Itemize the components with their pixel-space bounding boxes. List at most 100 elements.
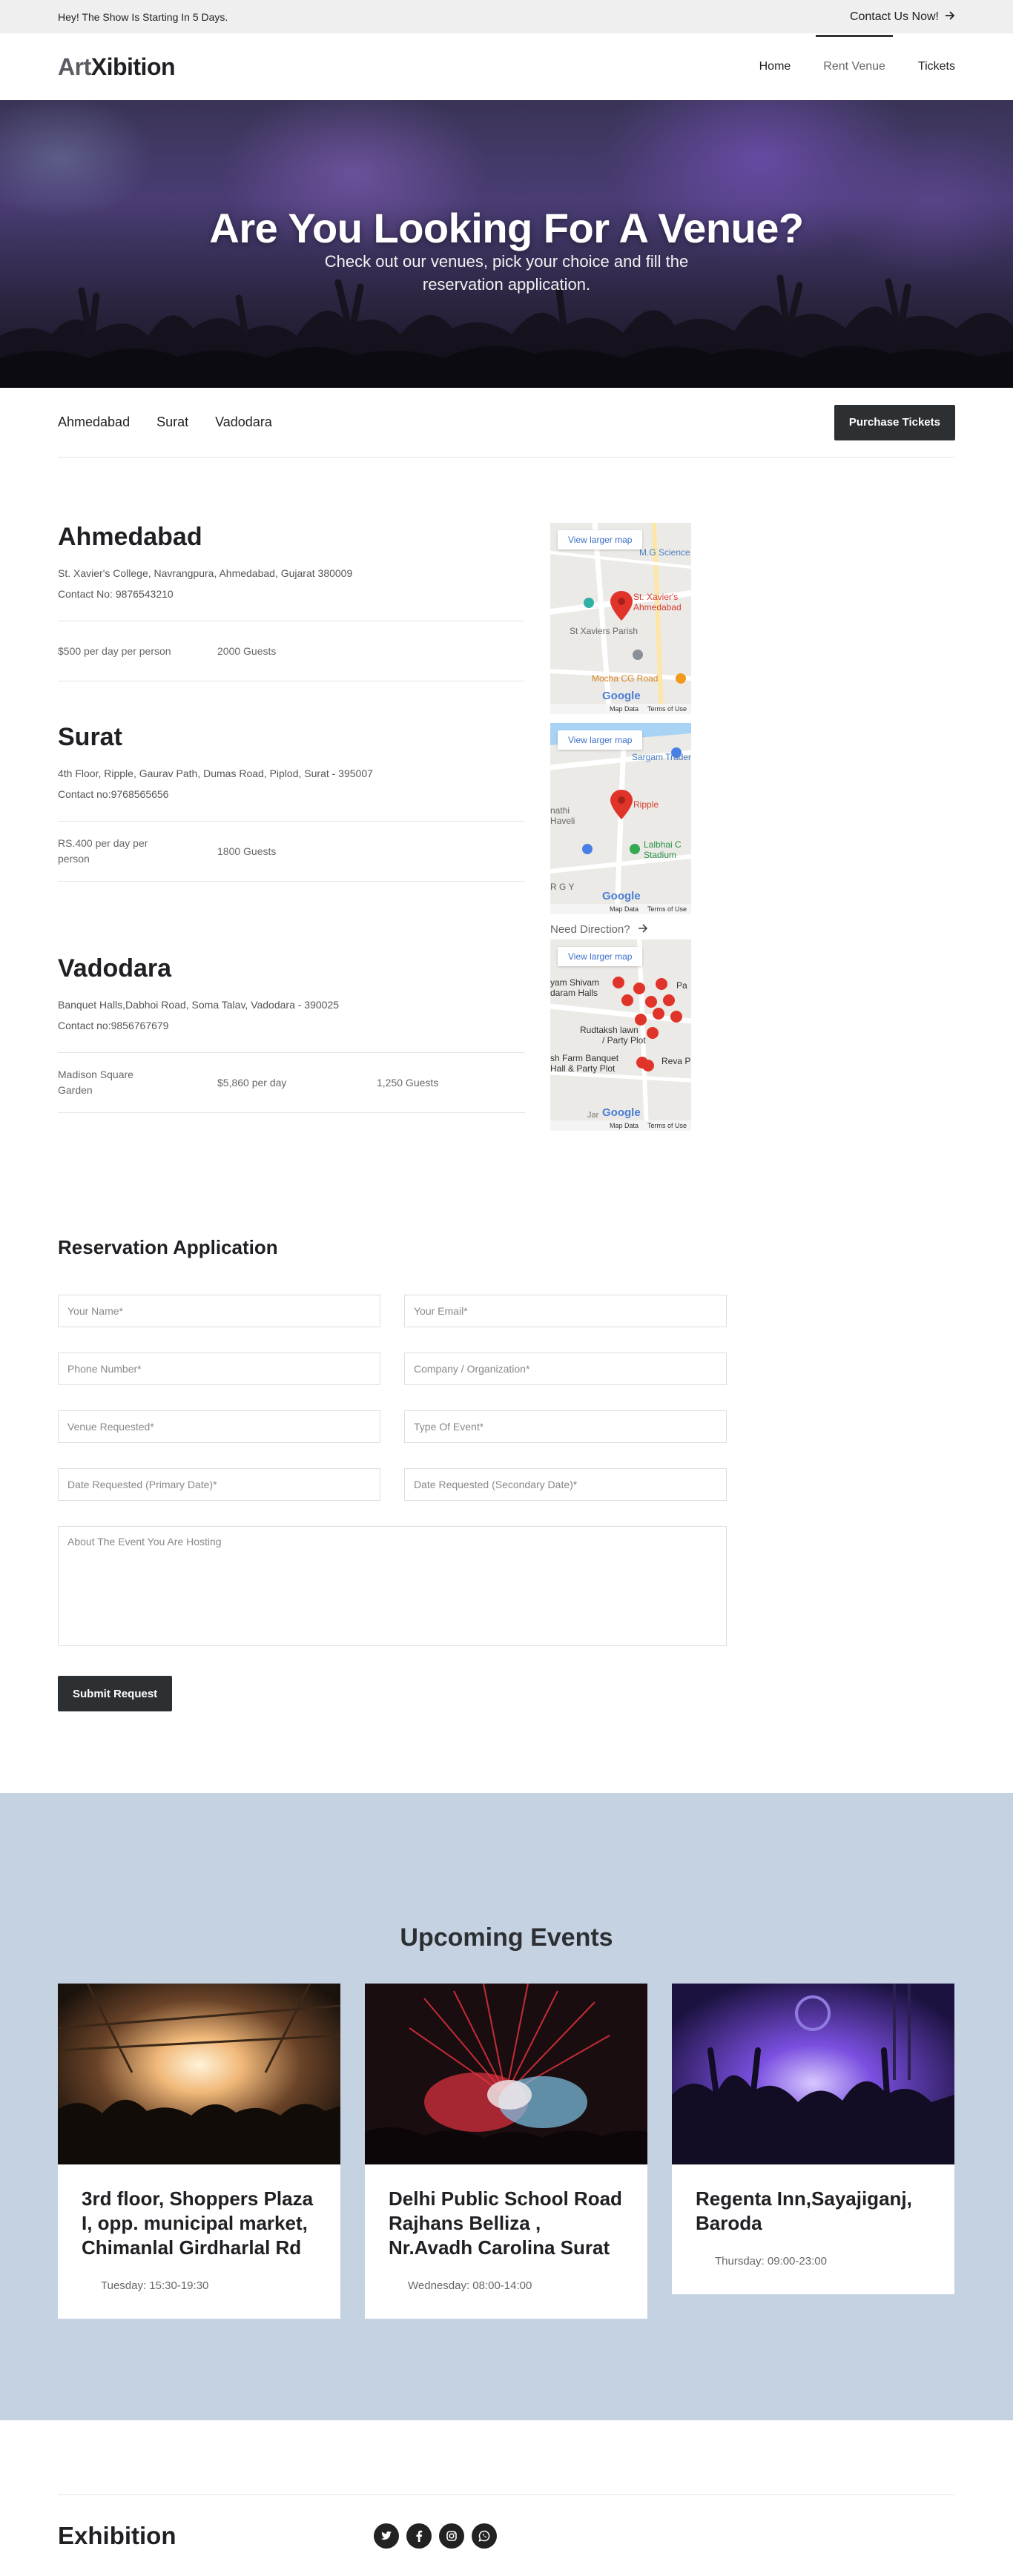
contact-us-link[interactable]: Contact Us Now!	[850, 10, 955, 24]
main-nav: Home Rent Venue Tickets	[759, 33, 955, 100]
venue-requested-field[interactable]	[58, 1410, 380, 1443]
primary-date-field[interactable]	[58, 1468, 380, 1501]
reservation-form	[58, 1295, 727, 1646]
event-card[interactable]: Regenta Inn,Sayajiganj, Baroda Thursday:…	[672, 1984, 954, 2294]
company-field[interactable]	[404, 1353, 727, 1385]
map-footer: Map Data Terms of Use	[550, 1120, 691, 1131]
arrow-right-icon	[638, 923, 648, 936]
map-data-link[interactable]: Map Data	[610, 1122, 639, 1129]
venues-section: Ahmedabad St. Xavier's College, Navrangp…	[0, 458, 1013, 1155]
venue-contact: Contact No: 9876543210	[58, 588, 174, 600]
map-label: M.G Science	[639, 547, 690, 558]
map-label: yam Shivam	[550, 977, 599, 988]
nav-rent-venue[interactable]: Rent Venue	[816, 33, 893, 100]
nav-tickets[interactable]: Tickets	[918, 33, 955, 100]
map-label: St. Xavier's	[633, 592, 678, 602]
arrow-right-icon	[945, 10, 955, 24]
map-label: R G Y	[550, 882, 574, 892]
venue-address: St. Xavier's College, Navrangpura, Ahmed…	[58, 567, 353, 579]
instagram-icon[interactable]	[439, 2523, 464, 2549]
tab-surat[interactable]: Surat	[156, 415, 188, 430]
venue-guests: 1,250 Guests	[377, 1076, 439, 1089]
google-logo: Google	[602, 890, 641, 902]
view-larger-map-link[interactable]: View larger map	[558, 947, 643, 966]
venue-ahmedabad: Ahmedabad St. Xavier's College, Navrangp…	[58, 523, 525, 723]
map-canvas: Sargam Traders nathi Haveli Ripple Lalbh…	[550, 723, 691, 914]
phone-field[interactable]	[58, 1353, 380, 1385]
footer: Exhibition	[0, 2420, 1013, 2576]
map-label: / Party Plot	[602, 1035, 646, 1046]
map-label: Stadium	[644, 850, 676, 860]
event-time: Thursday: 09:00-23:00	[715, 2255, 827, 2268]
venue-list: Ahmedabad St. Xavier's College, Navrangp…	[58, 523, 525, 1155]
upcoming-events-title: Upcoming Events	[400, 1923, 613, 1952]
terms-link[interactable]: Terms of Use	[647, 905, 687, 913]
event-time: Wednesday: 08:00-14:00	[408, 2279, 532, 2292]
maps-column: M.G Science St. Xavier's Ahmedabad St Xa…	[550, 523, 691, 1155]
venue-tabs-bar: Ahmedabad Surat Vadodara Purchase Ticket…	[0, 388, 1013, 458]
hero-banner: Are You Looking For A Venue? Check out o…	[0, 100, 1013, 388]
event-card[interactable]: 3rd floor, Shoppers Plaza I, opp. munici…	[58, 1984, 340, 2319]
facebook-icon[interactable]	[406, 2523, 432, 2549]
event-image	[365, 1984, 647, 2164]
view-larger-map-link[interactable]: View larger map	[558, 730, 643, 750]
event-cards: 3rd floor, Shoppers Plaza I, opp. munici…	[58, 1984, 955, 2319]
email-field[interactable]	[404, 1295, 727, 1327]
need-direction-link[interactable]: Need Direction?	[550, 923, 691, 936]
map-label: Ahmedabad	[633, 602, 682, 612]
event-title: Regenta Inn,Sayajiganj, Baroda	[696, 2187, 912, 2234]
hero-subtitle-line1: Check out our venues, pick your choice a…	[324, 252, 689, 271]
hero-title: Are You Looking For A Venue?	[209, 205, 804, 251]
venue-guests: 2000 Guests	[217, 644, 277, 657]
submit-request-button[interactable]: Submit Request	[58, 1676, 173, 1711]
map-label: Lalbhai C	[644, 839, 682, 850]
contact-us-label: Contact Us Now!	[849, 10, 939, 23]
map-data-link[interactable]: Map Data	[610, 905, 639, 913]
view-larger-map-link[interactable]: View larger map	[558, 530, 643, 549]
event-title: Delhi Public School Road Rajhans Belliza…	[389, 2187, 622, 2259]
map-label: St Xaviers Parish	[570, 626, 638, 636]
map-label: Pa	[676, 980, 687, 991]
hero-subtitle-line2: reservation application.	[422, 275, 591, 294]
site-header: ArtXibition Home Rent Venue Tickets	[0, 33, 1013, 100]
map-ahmedabad[interactable]: M.G Science St. Xavier's Ahmedabad St Xa…	[550, 523, 691, 714]
map-label: Ripple	[633, 799, 659, 810]
fireworks-stage-image	[365, 1984, 647, 2164]
map-label: Mocha CG Road	[592, 673, 658, 684]
hero-subtitle: Check out our venues, pick your choice a…	[0, 250, 1013, 296]
map-data-link[interactable]: Map Data	[610, 705, 639, 713]
venue-address-block: 4th Floor, Ripple, Gaurav Path, Dumas Ro…	[58, 763, 525, 805]
map-footer: Map Data Terms of Use	[550, 904, 691, 914]
terms-link[interactable]: Terms of Use	[647, 1122, 687, 1129]
google-logo: Google	[602, 1106, 641, 1119]
venue-guests: 1800 Guests	[217, 845, 277, 857]
purchase-tickets-button[interactable]: Purchase Tickets	[834, 404, 955, 440]
venue-city: Vadodara	[58, 954, 172, 982]
logo[interactable]: ArtXibition	[58, 53, 176, 81]
nav-home[interactable]: Home	[759, 33, 791, 100]
twitter-icon[interactable]	[374, 2523, 399, 2549]
venue-place: Madison Square Garden	[58, 1069, 133, 1096]
whatsapp-icon[interactable]	[472, 2523, 497, 2549]
event-image	[672, 1984, 954, 2164]
map-label: Haveli	[550, 816, 575, 826]
map-label: Sargam Traders	[632, 752, 691, 762]
terms-link[interactable]: Terms of Use	[647, 705, 687, 713]
map-vadodara[interactable]: yam Shivam daram Halls Rudtaksh lawn / P…	[550, 939, 691, 1131]
venue-contact: Contact no:9768565656	[58, 788, 169, 800]
top-bar: Hey! The Show Is Starting In 5 Days. Con…	[0, 0, 1013, 33]
social-links	[374, 2523, 497, 2549]
secondary-date-field[interactable]	[404, 1468, 727, 1501]
venue-vadodara: Vadodara Banquet Halls,Dabhoi Road, Soma…	[58, 954, 525, 1155]
tab-ahmedabad[interactable]: Ahmedabad	[58, 415, 130, 430]
event-type-field[interactable]	[404, 1410, 727, 1443]
map-surat[interactable]: Sargam Traders nathi Haveli Ripple Lalbh…	[550, 723, 691, 914]
event-card[interactable]: Delhi Public School Road Rajhans Belliza…	[365, 1984, 647, 2319]
tab-vadodara[interactable]: Vadodara	[215, 415, 272, 430]
venue-details-row: Madison Square Garden $5,860 per day 1,2…	[58, 1052, 525, 1113]
venue-surat: Surat 4th Floor, Ripple, Gaurav Path, Du…	[58, 723, 525, 923]
venue-city: Ahmedabad	[58, 523, 202, 551]
name-field[interactable]	[58, 1295, 380, 1327]
map-canvas: yam Shivam daram Halls Rudtaksh lawn / P…	[550, 939, 691, 1131]
event-description-field[interactable]	[58, 1526, 727, 1646]
